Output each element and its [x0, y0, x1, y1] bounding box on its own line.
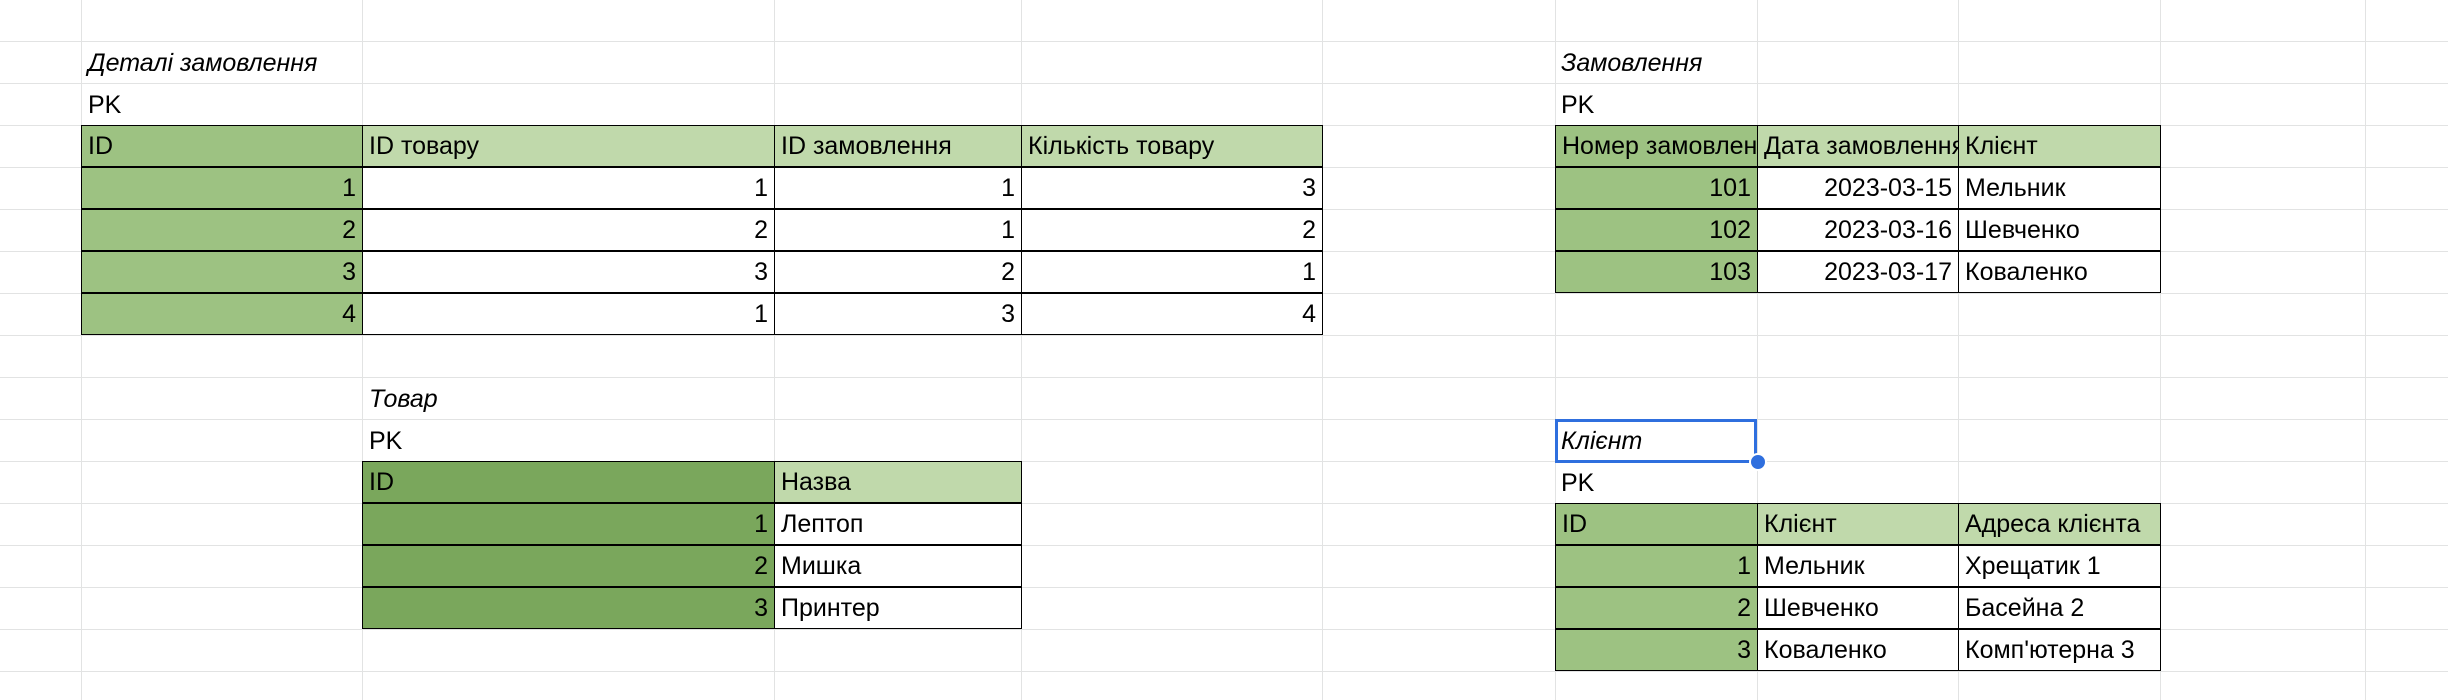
order-details-cell[interactable]: 2: [1021, 209, 1323, 251]
product-cell[interactable]: Принтер: [774, 587, 1022, 629]
order-details-title[interactable]: Деталі замовлення: [82, 42, 362, 84]
order-details-header-cell[interactable]: ID замовлення: [774, 125, 1022, 167]
client-cell[interactable]: Комп'ютерна 3: [1958, 629, 2161, 671]
product-cell[interactable]: 1: [362, 503, 775, 545]
client-cell[interactable]: Хрещатик 1: [1958, 545, 2161, 587]
orders-pk-label[interactable]: PK: [1555, 84, 1755, 126]
spreadsheet-grid[interactable]: Деталі замовлення PK ID ID товару ID замов…: [0, 0, 2448, 700]
order-details-cell[interactable]: 3: [362, 251, 775, 293]
order-details-cell[interactable]: 3: [1021, 167, 1323, 209]
order-details-header-cell[interactable]: ID: [81, 125, 363, 167]
order-details-cell[interactable]: 1: [774, 167, 1022, 209]
order-details-header-cell[interactable]: Кількість товару: [1021, 125, 1323, 167]
client-pk-label[interactable]: PK: [1555, 462, 1755, 504]
product-cell[interactable]: Мишка: [774, 545, 1022, 587]
orders-cell[interactable]: Мельник: [1958, 167, 2161, 209]
client-cell[interactable]: 3: [1555, 629, 1758, 671]
client-cell[interactable]: 1: [1555, 545, 1758, 587]
product-cell[interactable]: 3: [362, 587, 775, 629]
orders-cell[interactable]: Коваленко: [1958, 251, 2161, 293]
order-details-cell[interactable]: 3: [81, 251, 363, 293]
order-details-cell[interactable]: 1: [81, 167, 363, 209]
order-details-header-cell[interactable]: ID товару: [362, 125, 775, 167]
client-cell[interactable]: Басейна 2: [1958, 587, 2161, 629]
orders-cell[interactable]: 103: [1555, 251, 1758, 293]
orders-header-cell[interactable]: Дата замовлення: [1757, 125, 1959, 167]
orders-header-cell[interactable]: Номер замовлення: [1555, 125, 1758, 167]
order-details-cell[interactable]: 1: [362, 293, 775, 335]
product-header-cell[interactable]: ID: [362, 461, 775, 503]
product-header-cell[interactable]: Назва: [774, 461, 1022, 503]
active-cell-selection[interactable]: [1555, 419, 1757, 463]
orders-cell[interactable]: 102: [1555, 209, 1758, 251]
orders-title[interactable]: Замовлення: [1555, 42, 1855, 84]
orders-cell[interactable]: 2023-03-15: [1757, 167, 1959, 209]
order-details-cell[interactable]: 3: [774, 293, 1022, 335]
orders-cell[interactable]: Шевченко: [1958, 209, 2161, 251]
client-header-cell[interactable]: Адреса клієнта: [1958, 503, 2161, 545]
client-header-cell[interactable]: Клієнт: [1757, 503, 1959, 545]
product-cell[interactable]: 2: [362, 545, 775, 587]
client-cell[interactable]: Мельник: [1757, 545, 1959, 587]
orders-cell[interactable]: 101: [1555, 167, 1758, 209]
client-cell[interactable]: 2: [1555, 587, 1758, 629]
order-details-cell[interactable]: 1: [1021, 251, 1323, 293]
order-details-cell[interactable]: 4: [81, 293, 363, 335]
client-header-cell[interactable]: ID: [1555, 503, 1758, 545]
order-details-pk-label[interactable]: PK: [82, 84, 362, 126]
order-details-cell[interactable]: 4: [1021, 293, 1323, 335]
order-details-cell[interactable]: 1: [362, 167, 775, 209]
orders-cell[interactable]: 2023-03-17: [1757, 251, 1959, 293]
orders-header-cell[interactable]: Клієнт: [1958, 125, 2161, 167]
order-details-cell[interactable]: 2: [774, 251, 1022, 293]
product-title[interactable]: Товар: [363, 378, 613, 420]
client-cell[interactable]: Шевченко: [1757, 587, 1959, 629]
order-details-cell[interactable]: 1: [774, 209, 1022, 251]
order-details-cell[interactable]: 2: [81, 209, 363, 251]
orders-cell[interactable]: 2023-03-16: [1757, 209, 1959, 251]
order-details-cell[interactable]: 2: [362, 209, 775, 251]
client-cell[interactable]: Коваленко: [1757, 629, 1959, 671]
product-pk-label[interactable]: PK: [363, 420, 613, 462]
product-cell[interactable]: Лептоп: [774, 503, 1022, 545]
